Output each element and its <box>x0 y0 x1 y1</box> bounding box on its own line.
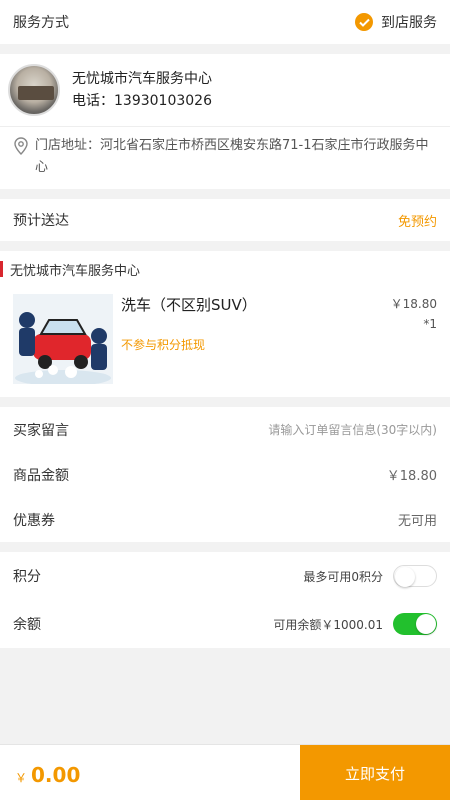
product-name: 洗车（不区别SUV） <box>121 296 257 314</box>
store-address: 门店地址：河北省石家庄市桥西区槐安东路71-1石家庄市行政服务中心 <box>35 138 429 175</box>
store-name: 无忧城市汽车服务中心 <box>72 71 212 87</box>
buyer-message-label: 买家留言 <box>13 422 69 439</box>
balance-value: 可用余额￥1000.01 <box>273 617 383 632</box>
store-address-row: 门店地址：河北省石家庄市桥西区槐安东路71-1石家庄市行政服务中心 <box>0 127 450 189</box>
eta-value: 免预约 <box>397 214 437 230</box>
total-value: 0.00 <box>31 763 81 787</box>
goods-amount-value: ￥18.80 <box>386 469 437 484</box>
toggle-knob <box>395 567 415 587</box>
payment-options-card: 积分 最多可用0积分 余额 可用余额￥1000.01 <box>0 552 450 648</box>
shop-title-row: 无忧城市汽车服务中心 <box>0 251 450 287</box>
check-circle-icon <box>355 13 373 31</box>
total-currency: ￥ <box>15 771 28 785</box>
service-mode-row[interactable]: 服务方式 到店服务 <box>0 0 450 44</box>
shop-title: 无忧城市汽车服务中心 <box>10 263 141 279</box>
store-header[interactable]: 无忧城市汽车服务中心 电话：13930103026 <box>0 54 450 126</box>
store-avatar <box>8 64 60 116</box>
points-row: 积分 最多可用0积分 <box>0 552 450 600</box>
store-phone: 电话：13930103026 <box>72 93 212 109</box>
points-note: 不参与积分抵现 <box>121 338 206 352</box>
toggle-knob <box>416 614 436 634</box>
balance-row: 余额 可用余额￥1000.01 <box>0 600 450 648</box>
store-card: 无忧城市汽车服务中心 电话：13930103026 门店地址：河北省石家庄市桥西… <box>0 54 450 189</box>
product-price: ￥18.80 <box>390 297 437 311</box>
points-value: 最多可用0积分 <box>303 569 383 584</box>
points-toggle[interactable] <box>393 565 437 587</box>
checkout-bar: ￥ 0.00 立即支付 <box>0 744 450 800</box>
eta-label: 预计送达 <box>13 213 69 229</box>
eta-row: 预计送达 免预约 <box>0 199 450 241</box>
total-amount: ￥ 0.00 <box>0 745 300 800</box>
order-shop-card: 无忧城市汽车服务中心 洗车（不区别SUV） 不参与积分抵现 ￥18.80 *1 <box>0 251 450 397</box>
balance-label: 余额 <box>13 617 41 633</box>
order-item[interactable]: 洗车（不区别SUV） 不参与积分抵现 ￥18.80 *1 <box>0 287 450 397</box>
goods-amount-row: 商品金额 ￥18.80 <box>0 452 450 497</box>
pay-now-button[interactable]: 立即支付 <box>300 745 450 800</box>
coupon-value: 无可用 <box>397 514 437 529</box>
service-mode-value: 到店服务 <box>381 15 437 31</box>
buyer-message-row[interactable]: 买家留言 请输入订单留言信息(30字以内) <box>0 407 450 452</box>
order-info-card: 买家留言 请输入订单留言信息(30字以内) 商品金额 ￥18.80 优惠券 无可… <box>0 407 450 542</box>
product-qty: *1 <box>423 317 437 331</box>
buyer-message-input[interactable]: 请输入订单留言信息(30字以内) <box>268 421 437 438</box>
coupon-row[interactable]: 优惠券 无可用 <box>0 497 450 542</box>
location-pin-icon <box>13 137 29 155</box>
service-mode-option[interactable]: 到店服务 <box>355 12 437 32</box>
service-mode-label: 服务方式 <box>13 15 69 31</box>
coupon-label: 优惠券 <box>13 512 55 529</box>
goods-amount-label: 商品金额 <box>13 467 69 484</box>
shop-title-marker <box>0 261 3 277</box>
points-label: 积分 <box>13 569 41 585</box>
product-image <box>13 294 113 384</box>
balance-toggle[interactable] <box>393 613 437 635</box>
